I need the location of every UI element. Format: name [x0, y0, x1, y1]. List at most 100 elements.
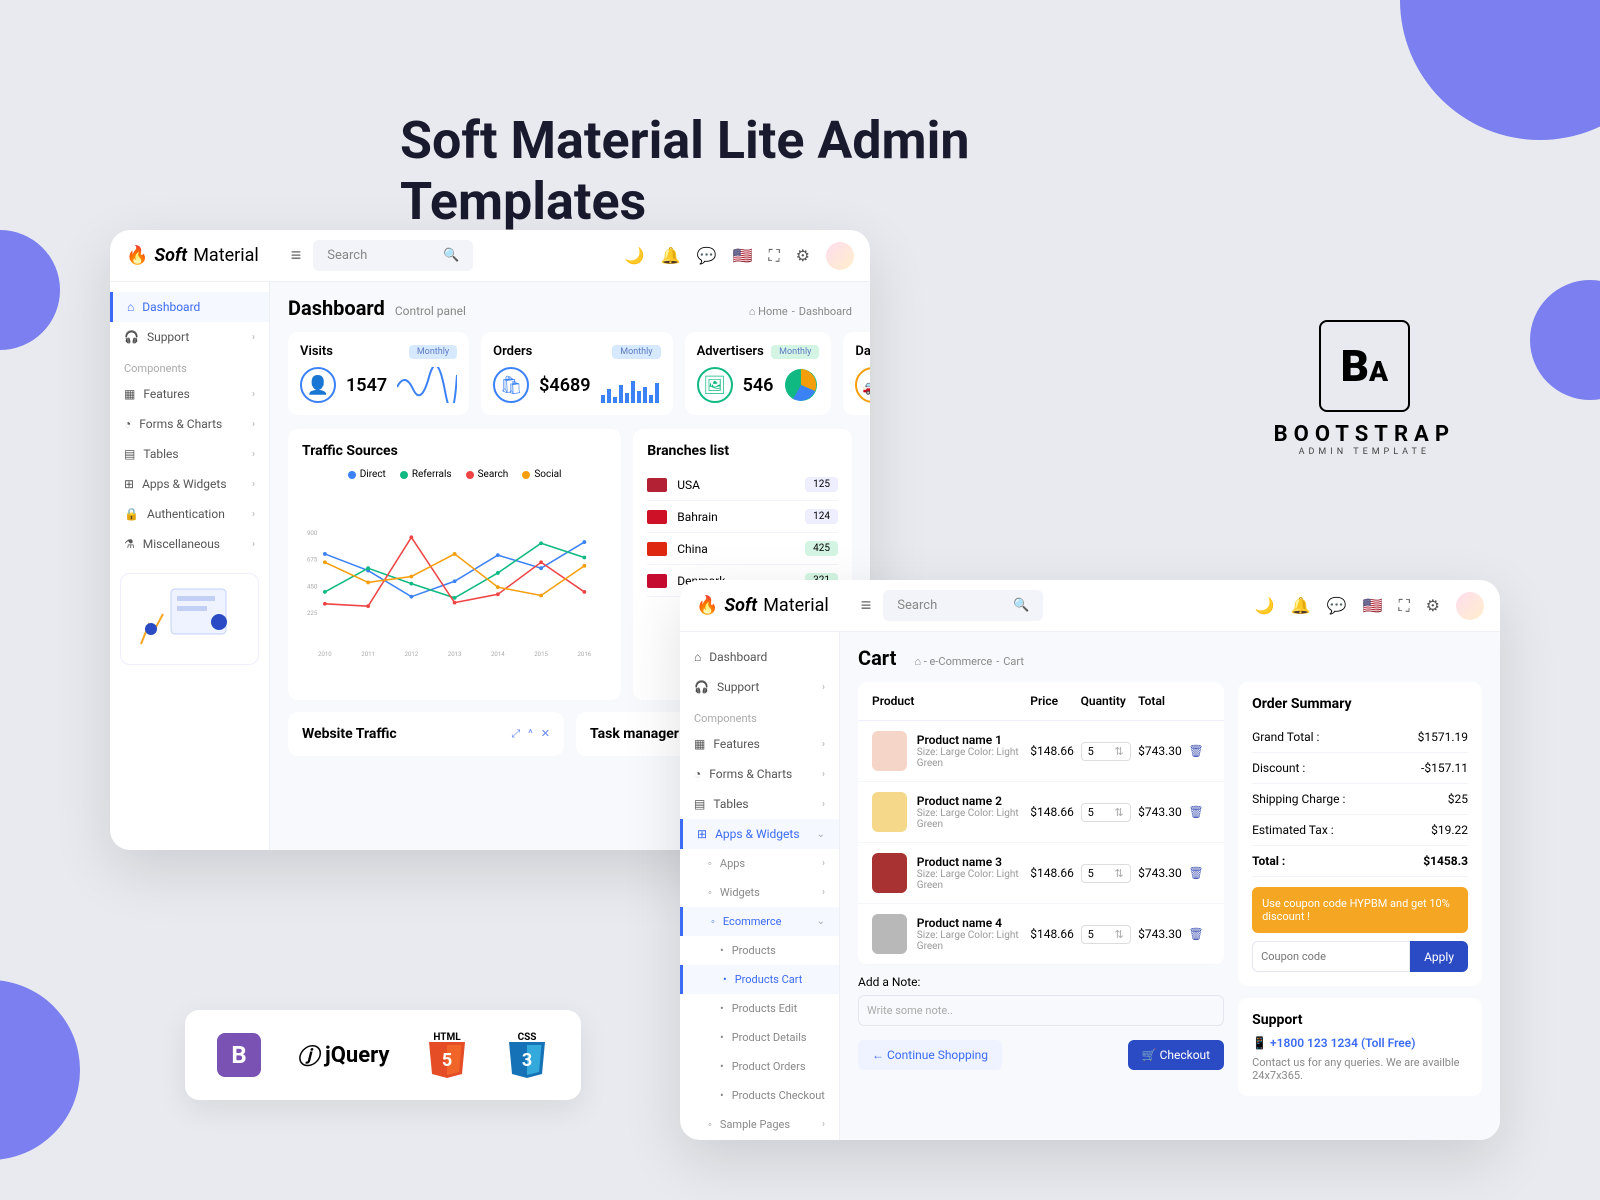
coupon-input[interactable] [1252, 941, 1410, 972]
stat-card: OrdersMonthly🛍$4689 [481, 332, 672, 415]
close-icon[interactable]: ✕ [541, 727, 550, 741]
avatar[interactable] [826, 242, 854, 270]
support-panel: Support 📱 +1800 123 1234 (Toll Free) Con… [1238, 998, 1482, 1096]
sidebar-sub-ecommerce[interactable]: ◦ Ecommerce⌄ [680, 907, 839, 936]
bootstrap-icon: B [217, 1033, 261, 1077]
fullscreen-icon[interactable]: ⛶ [768, 246, 779, 266]
search-icon: 🔍 [1013, 598, 1029, 613]
delete-icon[interactable]: 🗑 [1189, 927, 1211, 941]
coupon-banner: Use coupon code HYPBM and get 10% discou… [1252, 887, 1468, 933]
bell-icon[interactable]: 🔔 [661, 246, 681, 265]
svg-text:450: 450 [307, 583, 318, 590]
branch-row[interactable]: USA125 [647, 469, 838, 501]
sidebar-sub-orders[interactable]: • Product Orders [680, 1052, 839, 1081]
quantity-stepper[interactable]: 5⇅ [1081, 925, 1131, 944]
html5-icon: HTML5 [425, 1030, 469, 1080]
sidebar-sub-details[interactable]: • Product Details [680, 1023, 839, 1052]
svg-text:HTML: HTML [434, 1032, 462, 1043]
note-input[interactable]: Write some note.. [858, 995, 1224, 1026]
breadcrumb: ⌂ - e-Commerce-Cart [914, 655, 1024, 668]
svg-text:2010: 2010 [318, 651, 332, 658]
delete-icon[interactable]: 🗑 [1189, 744, 1211, 758]
stat-card: Daily SaleMonthly🚚800 [843, 332, 870, 415]
svg-text:2016: 2016 [577, 651, 591, 658]
sidebar-sub-checkout[interactable]: • Products Checkout [680, 1081, 839, 1110]
sidebar-item-forms[interactable]: ◔ Forms & Charts› [680, 759, 839, 789]
cart-row: Product name 4Size: Large Color: Light G… [858, 904, 1224, 965]
continue-shopping-button[interactable]: ← Continue Shopping [858, 1040, 1002, 1070]
flag-icon[interactable]: 🇺🇸 [1363, 596, 1383, 615]
avatar[interactable] [1456, 592, 1484, 620]
settings-icon[interactable]: ⚙ [1426, 596, 1440, 615]
svg-text:CSS: CSS [518, 1032, 537, 1043]
page-title: Dashboard [288, 296, 385, 320]
sidebar-sub-products[interactable]: • Products [680, 936, 839, 965]
branch-row[interactable]: Bahrain124 [647, 501, 838, 533]
sidebar-item-support[interactable]: 🎧 Support› [680, 672, 839, 702]
svg-text:2015: 2015 [534, 651, 548, 658]
sidebar-item-misc[interactable]: ⚗ Miscellaneous› [110, 529, 269, 559]
expand-icon[interactable]: ⤢ [511, 727, 520, 741]
logo: 🔥SoftMaterial [696, 595, 829, 616]
bell-icon[interactable]: 🔔 [1291, 596, 1311, 615]
stat-card: AdvertisersMonthly🖼546 [685, 332, 832, 415]
chat-icon[interactable]: 💬 [1327, 596, 1347, 615]
sidebar-sub-cart[interactable]: • Products Cart [680, 965, 839, 994]
sidebar-item-apps[interactable]: ⊞ Apps & Widgets› [110, 469, 269, 499]
sidebar-item-tables[interactable]: ▤ Tables› [110, 439, 269, 469]
menu-icon[interactable]: ≡ [861, 595, 872, 616]
svg-text:225: 225 [307, 610, 318, 617]
sidebar: ⌂ Dashboard 🎧 Support› Components ▦ Feat… [680, 632, 840, 1140]
sidebar-sub-widgets[interactable]: ◦ Widgets› [680, 878, 839, 907]
css3-icon: CSS3 [505, 1030, 549, 1080]
sidebar-item-auth[interactable]: 🔒 Authentication› [680, 1139, 839, 1140]
apply-button[interactable]: Apply [1410, 941, 1468, 972]
sidebar-sub-sample[interactable]: ◦ Sample Pages› [680, 1110, 839, 1139]
page-title: Cart [858, 646, 896, 670]
logo: 🔥SoftMaterial [126, 245, 259, 266]
sidebar-item-support[interactable]: 🎧 Support› [110, 322, 269, 352]
sidebar-label-components: Components [680, 702, 839, 729]
cart-table: Product Price Quantity Total Product nam… [858, 682, 1224, 965]
quantity-stepper[interactable]: 5⇅ [1081, 864, 1131, 883]
delete-icon[interactable]: 🗑 [1189, 805, 1211, 819]
sidebar-item-dashboard[interactable]: ⌂ Dashboard [110, 292, 269, 322]
fullscreen-icon[interactable]: ⛶ [1398, 596, 1409, 616]
menu-icon[interactable]: ≡ [291, 245, 302, 266]
search-input[interactable]: Search🔍 [883, 590, 1043, 621]
svg-text:2014: 2014 [491, 651, 505, 658]
branch-row[interactable]: China425 [647, 533, 838, 565]
sidebar-item-forms[interactable]: ◔ Forms & Charts› [110, 409, 269, 439]
chat-icon[interactable]: 💬 [697, 246, 717, 265]
moon-icon[interactable]: 🌙 [625, 246, 645, 265]
svg-text:900: 900 [307, 530, 318, 537]
sidebar-sub-edit[interactable]: • Products Edit [680, 994, 839, 1023]
note-label: Add a Note: [858, 975, 1224, 989]
jquery-label: ⓙjQuery [297, 1039, 389, 1071]
sidebar: ⌂ Dashboard 🎧 Support› Components ▦ Feat… [110, 282, 270, 850]
sidebar-item-auth[interactable]: 🔒 Authentication› [110, 499, 269, 529]
sidebar-item-tables[interactable]: ▤ Tables› [680, 789, 839, 819]
cart-row: Product name 2Size: Large Color: Light G… [858, 782, 1224, 843]
checkout-button[interactable]: 🛒 Checkout [1128, 1040, 1224, 1070]
bootstrap-admin-badge: BA BOOTSTRAP ADMIN TEMPLATE [1274, 320, 1455, 457]
page-subtitle: Control panel [395, 304, 466, 318]
sidebar-item-apps[interactable]: ⊞ Apps & Widgets⌄ [680, 819, 839, 849]
collapse-icon[interactable]: ^ [528, 727, 533, 741]
order-summary: Order Summary Grand Total :$1571.19 Disc… [1238, 682, 1482, 986]
flag-icon[interactable]: 🇺🇸 [733, 246, 753, 265]
sidebar-item-features[interactable]: ▦ Features› [110, 379, 269, 409]
tech-badges: B ⓙjQuery HTML5 CSS3 [185, 1010, 581, 1100]
quantity-stepper[interactable]: 5⇅ [1081, 803, 1131, 822]
search-input[interactable]: Search🔍 [313, 240, 473, 271]
svg-text:2013: 2013 [448, 651, 462, 658]
moon-icon[interactable]: 🌙 [1255, 596, 1275, 615]
sidebar-item-features[interactable]: ▦ Features› [680, 729, 839, 759]
sidebar-sub-apps[interactable]: ◦ Apps› [680, 849, 839, 878]
quantity-stepper[interactable]: 5⇅ [1081, 742, 1131, 761]
sidebar-item-dashboard[interactable]: ⌂ Dashboard [680, 642, 839, 672]
delete-icon[interactable]: 🗑 [1189, 866, 1211, 880]
svg-text:675: 675 [307, 557, 318, 564]
hero-title: Soft Material Lite Admin Templates [400, 110, 1200, 232]
settings-icon[interactable]: ⚙ [796, 246, 810, 265]
